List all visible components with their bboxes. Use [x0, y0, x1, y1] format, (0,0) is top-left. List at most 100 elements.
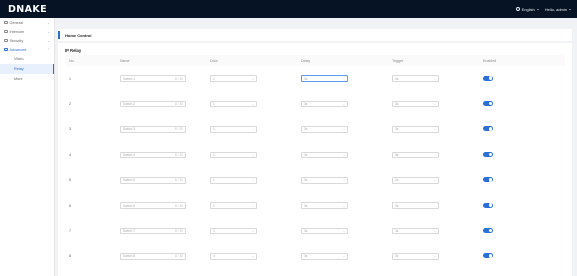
chevron-down-icon: ⌄ [251, 229, 254, 234]
relay-number: 8 [69, 254, 71, 259]
phone-icon [4, 29, 8, 34]
sidebar-item-label: Advanced [9, 47, 27, 52]
trigger-select[interactable]: 3s ⌄ [392, 177, 439, 184]
delay-select[interactable]: 3s ⌄ [301, 100, 348, 108]
trigger-select[interactable]: 3s ⌄ [392, 202, 439, 209]
sidebar-subitem-more[interactable]: More [0, 74, 54, 84]
relay-name-input[interactable]: Switch 1 8 / 20 [120, 75, 186, 82]
relay-name-input[interactable]: Switch 5 8 / 20 [120, 177, 186, 184]
relay-number: 2 [69, 102, 71, 107]
door-value: 1 [213, 127, 215, 132]
sidebar-item-intercom[interactable]: Intercom ⌄ [0, 27, 54, 36]
section-title: IP Relay [65, 47, 82, 53]
relay-name-input[interactable]: Switch 7 8 / 20 [120, 227, 186, 235]
chevron-down-icon: ⌄ [433, 254, 436, 259]
trigger-value: 3s [395, 254, 399, 259]
relay-name-input[interactable]: Switch 3 8 / 20 [120, 126, 186, 133]
door-select[interactable]: 1 ⌄ [210, 151, 257, 159]
trigger-value: 3s [395, 127, 399, 132]
delay-select[interactable]: 3s ⌄ [301, 75, 348, 82]
delay-select[interactable]: 3s ⌄ [301, 253, 348, 260]
top-bar: DNAKE English Hello, admin [0, 0, 577, 18]
chevron-down-icon: ⌄ [433, 152, 436, 157]
door-select[interactable]: 1 ⌄ [210, 126, 257, 133]
sidebar-item-advanced[interactable]: Advanced ⌃ [0, 45, 54, 54]
trigger-select[interactable]: 3s ⌄ [392, 75, 439, 82]
chevron-down-icon: ⌄ [251, 178, 254, 183]
chevron-down-icon: ⌄ [342, 102, 345, 107]
door-select[interactable]: 1 ⌄ [210, 177, 257, 184]
enabled-toggle[interactable] [483, 202, 493, 208]
relay-name-value: Switch 4 [123, 152, 136, 157]
table-row: 1 Switch 1 8 / 20 1 ⌄ 3s ⌄ 3s ⌄ [65, 66, 565, 91]
door-select[interactable]: 1 ⌄ [210, 100, 257, 108]
relay-name-input[interactable]: Switch 4 8 / 20 [120, 151, 186, 159]
chevron-down-icon: ⌄ [47, 29, 50, 34]
user-menu[interactable]: Hello, admin [545, 7, 571, 12]
shield-icon [4, 38, 8, 43]
enabled-toggle[interactable] [483, 228, 493, 234]
door-value: 1 [213, 76, 215, 81]
char-count: 8 / 20 [175, 254, 183, 259]
table-row: 4 Switch 4 8 / 20 1 ⌄ 3s ⌄ 3s ⌄ [65, 142, 565, 167]
table-header-row: No. Name Door Delay Trigger Enabled [65, 55, 565, 66]
relay-name-input[interactable]: Switch 6 8 / 20 [120, 202, 186, 209]
language-selector[interactable]: English [515, 6, 539, 12]
trigger-select[interactable]: 3s ⌄ [392, 151, 439, 159]
trigger-value: 3s [395, 178, 399, 183]
trigger-select[interactable]: 3s ⌄ [392, 100, 439, 108]
relay-name-value: Switch 8 [123, 254, 136, 259]
relay-number: 3 [69, 127, 71, 132]
chevron-down-icon: ⌄ [342, 127, 345, 132]
chevron-down-icon: ⌄ [251, 203, 254, 208]
enabled-toggle[interactable] [483, 126, 493, 132]
chevron-up-icon: ⌃ [47, 47, 50, 52]
relay-name-input[interactable]: Switch 2 8 / 20 [120, 100, 186, 108]
chevron-down-icon: ⌄ [433, 203, 436, 208]
door-select[interactable]: 4 ⌄ [210, 253, 257, 260]
brand-logo: DNAKE [8, 3, 48, 15]
trigger-select[interactable]: 3s ⌄ [392, 126, 439, 133]
door-select[interactable]: 1 ⌄ [210, 75, 257, 82]
trigger-value: 3s [395, 102, 399, 107]
trigger-value: 3s [395, 203, 399, 208]
relay-name-input[interactable]: Switch 8 8 / 20 [120, 253, 186, 260]
door-select[interactable]: 1 ⌄ [210, 202, 257, 209]
sidebar-subitem-video[interactable]: Video [0, 54, 54, 64]
enabled-toggle[interactable] [483, 101, 493, 107]
breadcrumb: Home Control [58, 29, 572, 41]
delay-value: 3s [304, 229, 308, 234]
settings-icon [4, 47, 8, 52]
trigger-select[interactable]: 3s ⌄ [392, 227, 439, 235]
delay-select[interactable]: 3s ⌄ [301, 177, 348, 184]
trigger-value: 3s [395, 229, 399, 234]
door-value: 1 [213, 178, 215, 183]
column-header-name: Name [116, 55, 206, 66]
char-count: 8 / 20 [175, 203, 183, 208]
delay-select[interactable]: 3s ⌄ [301, 151, 348, 159]
trigger-select[interactable]: 3s ⌄ [392, 253, 439, 260]
delay-value: 3s [304, 254, 308, 259]
enabled-toggle[interactable] [483, 253, 493, 259]
chevron-down-icon [569, 8, 571, 10]
chevron-down-icon: ⌄ [433, 229, 436, 234]
chevron-down-icon: ⌄ [251, 152, 254, 157]
sidebar-item-security[interactable]: Security ⌄ [0, 36, 54, 45]
column-header-no: No. [65, 55, 116, 66]
enabled-toggle[interactable] [483, 151, 493, 157]
language-label: English [521, 6, 535, 12]
sidebar-subitem-relay[interactable]: Relay [0, 64, 54, 74]
door-select[interactable]: 1 ⌄ [210, 227, 257, 235]
enabled-toggle[interactable] [483, 75, 493, 81]
delay-select[interactable]: 3s ⌄ [301, 227, 348, 235]
enabled-toggle[interactable] [483, 177, 493, 183]
table-row: 2 Switch 2 8 / 20 1 ⌄ 3s ⌄ 3s ⌄ [65, 91, 565, 116]
trigger-value: 3s [395, 76, 399, 81]
char-count: 8 / 20 [175, 152, 183, 157]
delay-select[interactable]: 3s ⌄ [301, 126, 348, 133]
chevron-down-icon: ⌄ [342, 203, 345, 208]
sidebar-item-general[interactable]: General ⌄ [0, 18, 54, 27]
delay-select[interactable]: 3s ⌄ [301, 202, 348, 209]
grid-icon [4, 20, 8, 25]
char-count: 8 / 20 [175, 102, 183, 107]
